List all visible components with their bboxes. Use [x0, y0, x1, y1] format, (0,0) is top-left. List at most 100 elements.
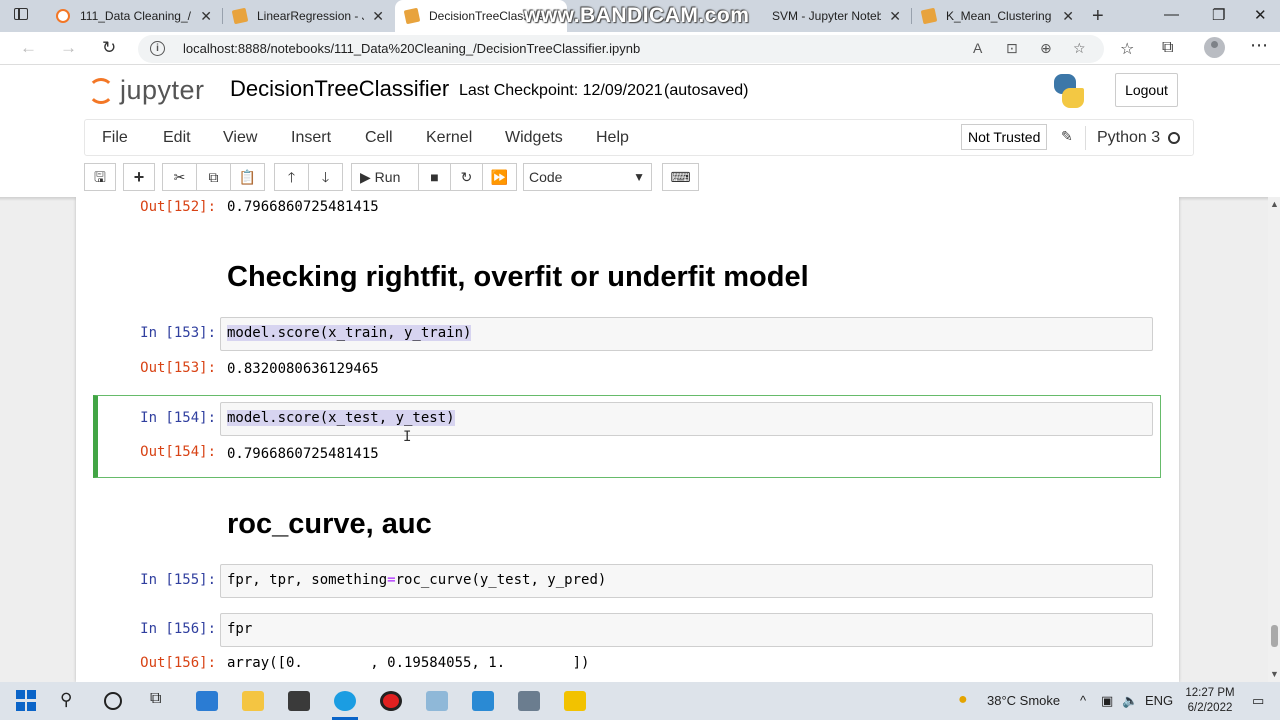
menu-file[interactable]: File — [102, 129, 128, 147]
favorites-icon[interactable]: ☆ — [1120, 39, 1134, 59]
tab-data-cleaning[interactable]: 111_Data Cleaning_/ ✕ — [46, 0, 222, 32]
jupyter-header: jupyter DecisionTreeClassifier Last Chec… — [0, 66, 1280, 118]
code-cell-input[interactable]: model.score(x_train, y_train) — [220, 317, 1153, 351]
edge-browser-icon[interactable] — [334, 691, 356, 711]
scroll-thumb[interactable] — [1271, 625, 1278, 647]
trust-button[interactable]: Not Trusted — [961, 124, 1048, 150]
minimize-icon[interactable]: — — [1164, 6, 1179, 23]
snip-tool-icon[interactable] — [426, 691, 448, 711]
menu-help[interactable]: Help — [596, 129, 629, 147]
notebook-favicon-icon — [231, 7, 249, 25]
output-text: array([0. , 0.19584055, 1. ]) — [227, 655, 590, 671]
zoom-icon[interactable]: ⊕ — [1040, 40, 1052, 57]
output-prompt: Out[152]: — [140, 199, 216, 215]
cut-icon[interactable]: ✂ — [162, 163, 197, 191]
powerbi-icon[interactable] — [564, 691, 586, 711]
app-icon[interactable]: ⊡ — [1006, 40, 1018, 57]
close-icon[interactable]: ✕ — [200, 8, 212, 25]
kernel-idle-icon — [1168, 132, 1180, 144]
menu-cell[interactable]: Cell — [365, 129, 393, 147]
output-text: 0.8320080636129465 — [227, 361, 379, 377]
menu-view[interactable]: View — [223, 129, 257, 147]
scroll-up-icon[interactable]: ▲ — [1270, 199, 1279, 209]
site-info-icon[interactable]: i — [150, 41, 165, 56]
search-icon[interactable]: ⚲ — [60, 690, 82, 712]
vertical-scrollbar[interactable]: ▲ ▼ — [1268, 197, 1280, 682]
output-text: 0.7966860725481415 — [227, 199, 379, 215]
notebook-favicon-icon — [920, 7, 938, 25]
forward-icon[interactable]: → — [60, 38, 77, 58]
copy-icon[interactable]: ⧉ — [196, 163, 231, 191]
keyboard-icon[interactable]: ⌨ — [662, 163, 699, 191]
menu-widgets[interactable]: Widgets — [505, 129, 563, 147]
notebook-toolbar: 🖫 + ✂ ⧉ 📋 🡑 🡓 ▶ Run ■ ↻ ⏩ Code ▼ ⌨ — [84, 160, 1194, 196]
code-cell-input[interactable]: model.score(x_test, y_test) — [220, 402, 1153, 436]
markdown-heading[interactable]: roc_curve, auc — [227, 508, 432, 541]
autosave-status: (autosaved) — [664, 82, 749, 99]
insert-cell-icon[interactable]: + — [123, 163, 155, 191]
collections-icon[interactable]: ⧉ — [1162, 39, 1173, 57]
cube-app-icon[interactable] — [518, 691, 540, 711]
edit-pencil-icon[interactable]: ✎ — [1061, 128, 1073, 145]
markdown-heading[interactable]: Checking rightfit, overfit or underfit m… — [227, 261, 809, 294]
maximize-icon[interactable]: ❐ — [1212, 6, 1225, 24]
cortana-icon[interactable] — [104, 692, 122, 710]
close-icon[interactable]: ✕ — [1062, 8, 1074, 25]
read-aloud-icon[interactable]: A — [973, 40, 982, 56]
speaker-icon[interactable]: 🔈 — [1122, 693, 1138, 709]
more-icon[interactable]: ⋯ — [1250, 35, 1268, 56]
menu-kernel[interactable]: Kernel — [426, 129, 472, 147]
url-text[interactable]: localhost:8888/notebooks/111_Data%20Clea… — [183, 41, 640, 56]
tab-svm[interactable]: SVM - Jupyter Notebook ✕ — [740, 0, 911, 32]
bandicam-record-icon[interactable] — [380, 691, 402, 711]
close-icon[interactable]: ✕ — [889, 8, 901, 25]
notebook-name[interactable]: DecisionTreeClassifier — [230, 76, 449, 102]
paste-icon[interactable]: 📋 — [230, 163, 265, 191]
tab-kmeans[interactable]: K_Mean_Clustering - Jupyter ✕ — [912, 0, 1084, 32]
move-up-icon[interactable]: 🡑 — [274, 163, 309, 191]
language-indicator[interactable]: ENG — [1145, 693, 1173, 708]
profile-avatar[interactable] — [1204, 37, 1225, 58]
weather-icon[interactable]: ● — [958, 691, 968, 709]
tab-linear-regression[interactable]: LinearRegression - Jupyter ✕ — [223, 0, 394, 32]
windows-start-icon[interactable] — [16, 690, 38, 712]
file-explorer-icon[interactable] — [242, 691, 264, 711]
vscode-icon[interactable] — [472, 691, 494, 711]
close-window-icon[interactable]: ✕ — [1254, 6, 1267, 24]
restart-run-all-icon[interactable]: ⏩ — [482, 163, 517, 191]
scroll-down-icon[interactable]: ▼ — [1270, 669, 1279, 679]
tab-actions-icon[interactable] — [14, 8, 30, 24]
task-view-icon[interactable]: ⧉ — [150, 690, 172, 712]
jupyter-logo-icon — [88, 78, 114, 104]
menu-insert[interactable]: Insert — [291, 129, 331, 147]
address-bar[interactable]: i localhost:8888/notebooks/111_Data%20Cl… — [138, 35, 1104, 63]
move-down-icon[interactable]: 🡓 — [308, 163, 343, 191]
menu-edit[interactable]: Edit — [163, 129, 191, 147]
reload-icon[interactable]: ↻ — [102, 38, 116, 58]
code-cell-input[interactable]: fpr, tpr, something=roc_curve(y_test, y_… — [220, 564, 1153, 598]
notebook-page: Out[152]: 0.7966860725481415 Checking ri… — [76, 197, 1179, 682]
new-tab-icon[interactable]: + — [1092, 5, 1104, 28]
jupyter-logo[interactable]: jupyter — [88, 74, 216, 108]
interrupt-icon[interactable]: ■ — [418, 163, 451, 191]
logout-button[interactable]: Logout — [1115, 73, 1178, 107]
weather-text[interactable]: 38°C Smoke — [987, 693, 1060, 708]
notifications-icon[interactable]: ▭ — [1252, 693, 1264, 709]
network-icon[interactable]: ▣ — [1101, 693, 1113, 709]
notebook-area: Out[152]: 0.7966860725481415 Checking ri… — [0, 197, 1280, 682]
add-favorite-icon[interactable]: ☆ — [1073, 40, 1086, 57]
input-prompt: In [154]: — [140, 410, 216, 426]
close-icon[interactable]: ✕ — [372, 8, 384, 25]
play-icon: ▶ — [360, 169, 371, 185]
store-app-icon[interactable] — [196, 691, 218, 711]
code-cell-input[interactable]: fpr — [220, 613, 1153, 647]
chevron-up-icon[interactable]: ^ — [1080, 693, 1086, 708]
save-icon[interactable]: 🖫 — [84, 163, 116, 191]
system-clock[interactable]: 12:27 PM 6/2/2022 — [1180, 686, 1240, 716]
text-cursor-icon: I — [403, 429, 412, 445]
restart-icon[interactable]: ↻ — [450, 163, 483, 191]
back-icon[interactable]: ← — [20, 38, 37, 58]
terminal-app-icon[interactable] — [288, 691, 310, 711]
cell-type-select[interactable]: Code ▼ — [523, 163, 652, 191]
run-button[interactable]: ▶ Run — [351, 163, 419, 191]
